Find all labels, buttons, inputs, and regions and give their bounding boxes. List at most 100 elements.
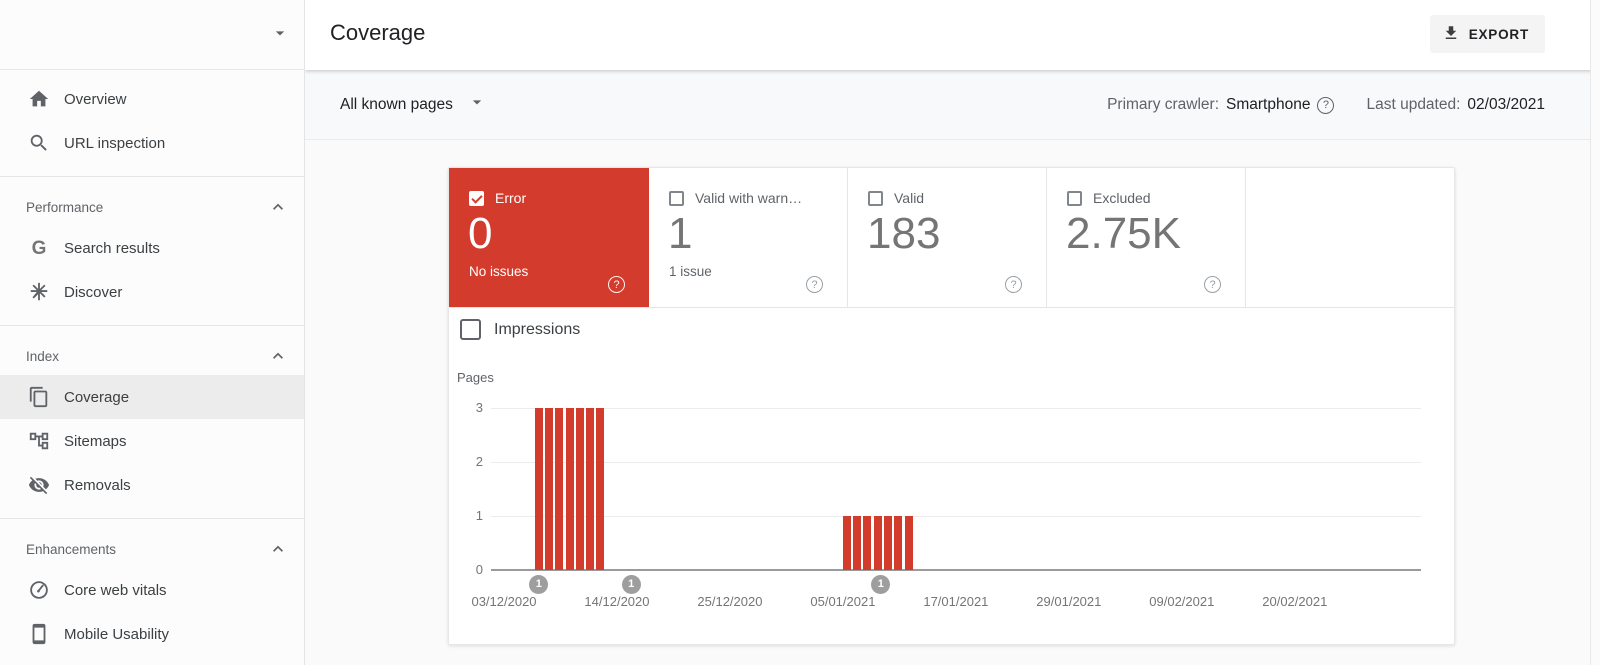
vertical-scrollbar[interactable] bbox=[1590, 0, 1600, 665]
help-icon[interactable]: ? bbox=[1005, 276, 1022, 293]
impressions-toggle[interactable]: Impressions bbox=[460, 319, 580, 340]
annotation-marker[interactable]: 1 bbox=[622, 575, 641, 594]
sidebar-item-label: Overview bbox=[64, 91, 127, 108]
sidebar-item-label: Search results bbox=[64, 240, 160, 257]
filter-bar: All known pages Primary crawler: Smartph… bbox=[305, 70, 1600, 140]
card-value: 183 bbox=[867, 212, 940, 256]
annotation-marker[interactable]: 1 bbox=[529, 575, 548, 594]
help-icon[interactable]: ? bbox=[1317, 97, 1334, 114]
error-bar bbox=[586, 408, 594, 570]
sidebar-divider bbox=[0, 518, 304, 519]
primary-crawler-label: Primary crawler: bbox=[1107, 96, 1219, 114]
gridline bbox=[491, 408, 1421, 409]
x-axis-label: 05/01/2021 bbox=[810, 594, 875, 609]
coverage-panel: Error0No issues?Valid with warnings11 is… bbox=[448, 167, 1455, 645]
sidebar-section-index[interactable]: Index bbox=[0, 337, 304, 375]
error-bar bbox=[596, 408, 604, 570]
page-title: Coverage bbox=[330, 20, 425, 46]
chevron-up-icon bbox=[268, 346, 288, 369]
status-card-excluded[interactable]: Excluded2.75K? bbox=[1047, 168, 1246, 307]
sidebar-section-enhancements[interactable]: Enhancements bbox=[0, 530, 304, 568]
help-icon[interactable]: ? bbox=[806, 276, 823, 293]
chevron-down-icon bbox=[467, 92, 487, 117]
x-axis-line bbox=[491, 569, 1421, 571]
x-axis-label: 14/12/2020 bbox=[584, 594, 649, 609]
help-icon[interactable]: ? bbox=[1204, 276, 1221, 293]
card-subtext: No issues bbox=[469, 264, 528, 279]
error-bar bbox=[535, 408, 543, 570]
x-axis-label: 29/01/2021 bbox=[1036, 594, 1101, 609]
sidebar-item-removals[interactable]: Removals bbox=[0, 463, 304, 507]
sidebar-item-mobile-usability[interactable]: Mobile Usability bbox=[0, 612, 304, 656]
sidebar-item-label: Discover bbox=[64, 284, 122, 301]
error-bar bbox=[874, 516, 882, 570]
error-bar bbox=[843, 516, 851, 570]
excluded-checkbox[interactable] bbox=[1067, 191, 1082, 206]
chevron-down-icon bbox=[270, 23, 290, 48]
card-label: Error bbox=[495, 190, 526, 206]
sidebar-item-label: Sitemaps bbox=[64, 433, 127, 450]
sidebar-nav: Overview URL inspection Performance GSearch… bbox=[0, 70, 304, 656]
valid-with-warnings-checkbox[interactable] bbox=[669, 191, 684, 206]
error-bar bbox=[566, 408, 574, 570]
annotation-marker[interactable]: 1 bbox=[871, 575, 890, 594]
error-bar bbox=[576, 408, 584, 570]
y-axis-tick-label: 2 bbox=[449, 454, 483, 469]
search-icon bbox=[27, 131, 51, 155]
status-cards-row: Error0 No issues? Valid with warnings1 1 is… bbox=[449, 168, 1454, 308]
x-axis-label: 17/01/2021 bbox=[923, 594, 988, 609]
error-bar bbox=[555, 408, 563, 570]
status-card-valid[interactable]: Valid183? bbox=[848, 168, 1047, 307]
x-axis-label: 09/02/2021 bbox=[1149, 594, 1214, 609]
page-scope-dropdown[interactable]: All known pages bbox=[340, 92, 487, 117]
last-updated-label: Last updated: bbox=[1366, 96, 1460, 114]
error-bar bbox=[905, 516, 913, 570]
error-bar bbox=[545, 408, 553, 570]
sidebar: Overview URL inspection Performance GSearch… bbox=[0, 0, 305, 665]
export-button[interactable]: EXPORT bbox=[1430, 15, 1545, 53]
cards-row-filler bbox=[1246, 168, 1454, 307]
sidebar-item-core-web-vitals[interactable]: Core web vitals bbox=[0, 568, 304, 612]
error-checkbox[interactable] bbox=[469, 191, 484, 206]
sidebar-section-performance[interactable]: Performance bbox=[0, 188, 304, 226]
card-label: Excluded bbox=[1093, 190, 1151, 206]
gridline bbox=[491, 462, 1421, 463]
sidebar-item-label: Mobile Usability bbox=[64, 626, 169, 643]
help-icon[interactable]: ? bbox=[608, 276, 625, 293]
sidebar-item-discover[interactable]: Discover bbox=[0, 270, 304, 314]
home-icon bbox=[27, 87, 51, 111]
status-card-error[interactable]: Error0 No issues? bbox=[449, 168, 649, 307]
impressions-checkbox[interactable] bbox=[460, 319, 481, 340]
crawl-info: Primary crawler: Smartphone ? Last updat… bbox=[1107, 70, 1545, 140]
sidebar-item-overview[interactable]: Overview bbox=[0, 77, 304, 121]
property-selector[interactable] bbox=[0, 0, 304, 70]
discover-icon bbox=[27, 280, 51, 304]
sidebar-item-coverage[interactable]: Coverage bbox=[0, 375, 304, 419]
card-value: 0 bbox=[468, 212, 492, 256]
card-subtext: 1 issue bbox=[669, 264, 712, 279]
eye-off-icon bbox=[27, 473, 51, 497]
section-label: Performance bbox=[26, 200, 103, 215]
x-axis-label: 25/12/2020 bbox=[697, 594, 762, 609]
card-label: Valid with warnings bbox=[695, 190, 805, 206]
y-axis-title: Pages bbox=[457, 370, 494, 385]
y-axis-tick-label: 0 bbox=[449, 562, 483, 577]
sidebar-item-sitemaps[interactable]: Sitemaps bbox=[0, 419, 304, 463]
x-axis-label: 03/12/2020 bbox=[471, 594, 536, 609]
valid-checkbox[interactable] bbox=[868, 191, 883, 206]
card-value: 1 bbox=[668, 212, 692, 256]
export-button-label: EXPORT bbox=[1469, 27, 1529, 42]
sidebar-item-label: URL inspection bbox=[64, 135, 165, 152]
sidebar-divider bbox=[0, 176, 304, 177]
last-updated-value: 02/03/2021 bbox=[1467, 96, 1545, 114]
sidebar-item-search-results[interactable]: GSearch results bbox=[0, 226, 304, 270]
sidebar-item-url-inspection[interactable]: URL inspection bbox=[0, 121, 304, 165]
x-axis-label: 20/02/2021 bbox=[1262, 594, 1327, 609]
phone-icon bbox=[27, 622, 51, 646]
primary-crawler-value: Smartphone bbox=[1226, 96, 1310, 114]
error-bar bbox=[863, 516, 871, 570]
sitemap-icon bbox=[27, 429, 51, 453]
sidebar-item-label: Coverage bbox=[64, 389, 129, 406]
sidebar-item-label: Core web vitals bbox=[64, 582, 167, 599]
status-card-valid-with-warnings[interactable]: Valid with warnings1 1 issue? bbox=[649, 168, 848, 307]
